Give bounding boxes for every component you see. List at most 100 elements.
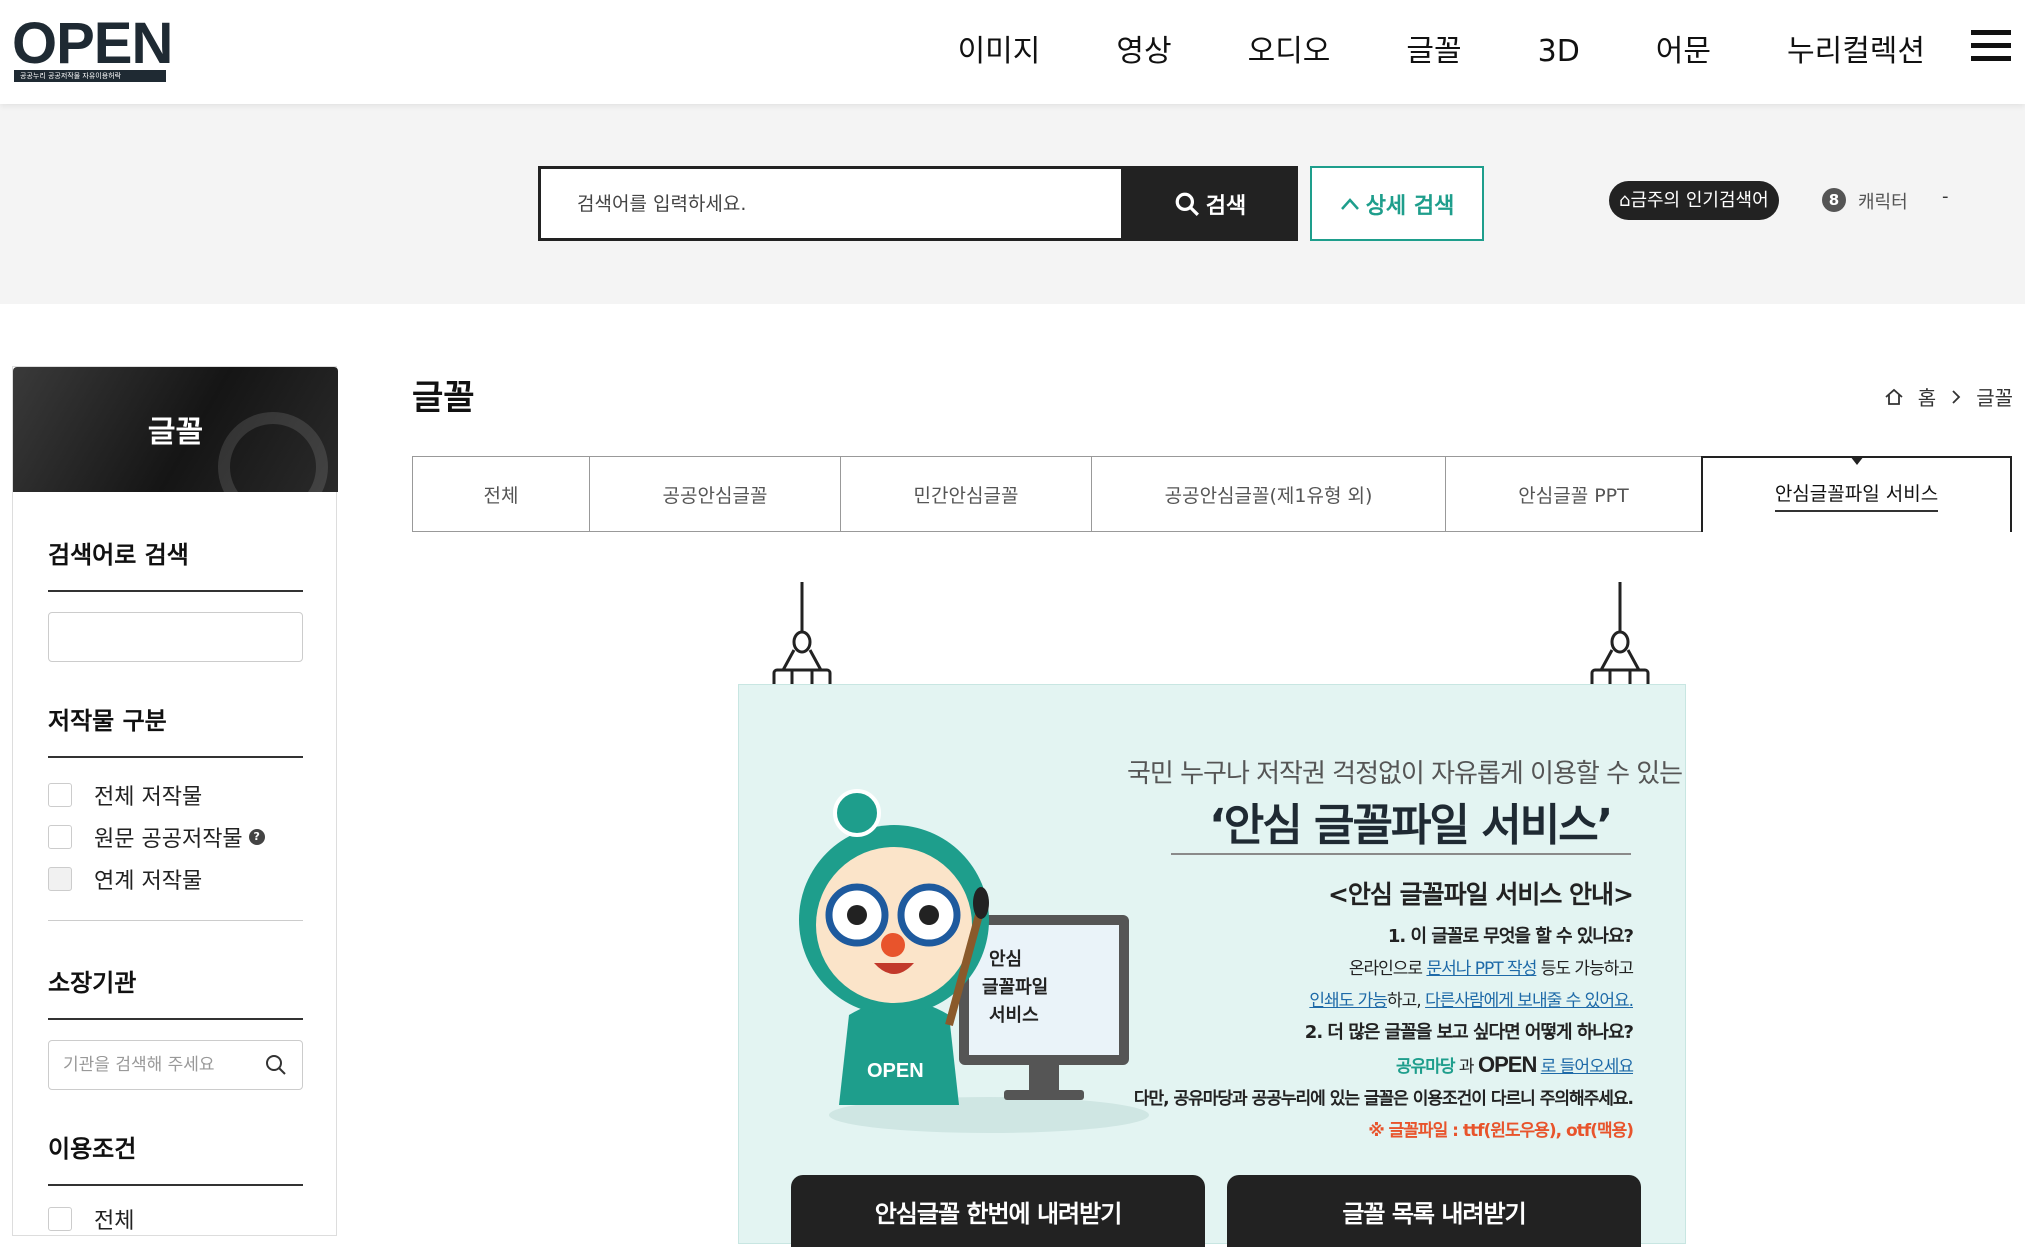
tab-label: 안심글꼴파일 서비스 <box>1774 479 1939 512</box>
tab-label: 공공안심글꼴(제1유형 외) <box>1164 484 1373 507</box>
main-nav: 이미지 영상 오디오 글꼴 3D 어문 누리컬렉션 <box>882 30 1925 74</box>
tab-private-safe-font[interactable]: 민간안심글꼴 <box>840 456 1091 532</box>
sidebar: 글꼴 검색어로 검색 저작물 구분 전체 저작물 원문 공공저작물? 연계 저작… <box>12 366 338 1236</box>
tab-safe-font-ppt[interactable]: 안심글꼴 PPT <box>1445 456 1701 532</box>
board-text-line2: 글꼴파일 <box>982 977 1048 998</box>
answer-highlight: 인쇄도 가능 <box>1309 991 1388 1011</box>
nav-video[interactable]: 영상 <box>1116 30 1171 74</box>
checkbox-all-works[interactable]: 전체 저작물 <box>48 774 303 816</box>
popular-keywords-badge: ⌂금주의 인기검색어 <box>1609 181 1779 220</box>
logo-subtitle: 공공누리 공공저작물 자유이용허락 <box>14 70 166 82</box>
info-answer-4: 다만, 공유마당과 공공누리에 있는 글꼴은 이용조건이 다르니 주의해주세요. <box>1133 1089 1634 1109</box>
sidebar-institution-section: 소장기관 <box>48 963 303 1090</box>
nav-language[interactable]: 어문 <box>1656 30 1711 74</box>
tab-label: 전체 <box>483 484 519 507</box>
sidebar-category-title: 저작물 구분 <box>48 701 303 758</box>
search-icon[interactable] <box>264 1053 288 1077</box>
answer-text: 온라인으로 <box>1348 959 1427 979</box>
tab-public-safe-font[interactable]: 공공안심글꼴 <box>589 456 840 532</box>
sidebar-category-section: 저작물 구분 전체 저작물 원문 공공저작물? 연계 저작물 <box>48 701 303 921</box>
tab-public-safe-font-other[interactable]: 공공안심글꼴(제1유형 외) <box>1091 456 1445 532</box>
info-question-1: 1. 이 글꼴로 무엇을 할 수 있나요? <box>1387 926 1634 947</box>
breadcrumb-current: 글꼴 <box>1976 386 2013 410</box>
chevron-right-icon <box>1952 389 1961 404</box>
board-text-line3: 서비스 <box>989 1005 1039 1026</box>
home-icon: ⌂ <box>1619 190 1631 211</box>
sidebar-usage-section: 이용조건 전체 <box>48 1129 303 1240</box>
poster-buttons: 안심글꼴 한번에 내려받기 글꼴 목록 내려받기 <box>791 1175 1641 1247</box>
checkbox-label: 원문 공공저작물 <box>94 827 243 852</box>
sidebar-search-title: 검색어로 검색 <box>48 535 303 592</box>
institution-search-box <box>48 1040 303 1090</box>
poster-card: 안심 글꼴파일 서비스 OPEN 국민 누구나 저작권 걱정없이 자유롭게 이용… <box>738 684 1686 1247</box>
search-box <box>538 166 1124 241</box>
nav-image[interactable]: 이미지 <box>958 30 1041 74</box>
service-poster: 안심 글꼴파일 서비스 OPEN 국민 누구나 저작권 걱정없이 자유롭게 이용… <box>736 582 1688 1247</box>
logo-text: OPEN <box>12 11 173 76</box>
checkbox-linked-works[interactable]: 연계 저작물 <box>48 858 303 900</box>
checkbox-label: 전체 <box>94 1209 135 1234</box>
institution-search-input[interactable] <box>49 1041 259 1089</box>
home-icon[interactable] <box>1884 387 1904 407</box>
page-title: 글꼴 <box>412 378 475 418</box>
board-text-line1: 안심 <box>989 949 1022 970</box>
checkbox-original-works[interactable]: 원문 공공저작물? <box>48 816 303 858</box>
nav-nuri-collection[interactable]: 누리컬렉션 <box>1787 30 1925 74</box>
answer-highlight: 다른사람에게 보내줄 수 있어요. <box>1425 991 1634 1011</box>
detail-search-button[interactable]: 상세 검색 <box>1310 166 1484 241</box>
download-font-list-button[interactable]: 글꼴 목록 내려받기 <box>1227 1175 1641 1247</box>
poster-subtitle: 국민 누구나 저작권 걱정없이 자유롭게 이용할 수 있는 <box>1127 759 1683 789</box>
nav-font[interactable]: 글꼴 <box>1406 30 1461 74</box>
open-logo: OPEN <box>1477 1052 1537 1077</box>
answer-highlight: 문서나 PPT 작성 <box>1426 959 1537 979</box>
tab-safe-font-file-service[interactable]: 안심글꼴파일 서비스 <box>1701 456 2012 532</box>
info-answer-3: 공유마당 과 OPEN 로 들어오세요 <box>1134 1049 1634 1083</box>
checkbox-label: 연계 저작물 <box>94 869 203 894</box>
info-answer-1: 온라인으로 문서나 PPT 작성 등도 가능하고 <box>1134 953 1634 985</box>
poster-title: ‘안심 글꼴파일 서비스’ <box>1209 800 1613 851</box>
poster-divider <box>1171 853 1631 855</box>
sidebar-institution-title: 소장기관 <box>48 963 303 1020</box>
answer-text: 과 <box>1454 1057 1478 1077</box>
hamburger-menu-icon[interactable] <box>1971 30 2011 66</box>
popular-keyword[interactable]: 캐릭터 <box>1858 188 1908 214</box>
download-all-fonts-button[interactable]: 안심글꼴 한번에 내려받기 <box>791 1175 1205 1247</box>
info-answer-2: 인쇄도 가능하고, 다른사람에게 보내줄 수 있어요. <box>1134 985 1634 1017</box>
breadcrumb-home[interactable]: 홈 <box>1918 382 1936 411</box>
sidebar-header: 글꼴 <box>13 367 338 492</box>
breadcrumb: 홈 글꼴 <box>1884 382 2013 411</box>
sidebar-title: 글꼴 <box>147 415 204 450</box>
header: OPEN 공공누리 공공저작물 자유이용허락 이미지 영상 오디오 글꼴 3D … <box>0 0 2025 104</box>
info-note: ※ 글꼴파일 : ttf(윈도우용), otf(맥용) <box>1368 1121 1634 1141</box>
tab-all[interactable]: 전체 <box>412 456 589 532</box>
tab-label: 공공안심글꼴 <box>662 484 768 507</box>
popular-rank: 8 <box>1822 188 1846 212</box>
popular-dash: - <box>1942 186 1949 207</box>
tab-bar: 전체 공공안심글꼴 민간안심글꼴 공공안심글꼴(제1유형 외) 안심글꼴 PPT… <box>412 456 2012 532</box>
chevron-up-icon <box>1340 197 1359 210</box>
answer-highlight: 로 들어오세요 <box>1540 1057 1634 1077</box>
detail-search-label: 상세 검색 <box>1365 193 1455 219</box>
gongyu-madang-logo: 공유마당 <box>1395 1057 1456 1077</box>
tab-label: 안심글꼴 PPT <box>1518 484 1629 507</box>
mascot-badge-text: OPEN <box>867 1060 924 1082</box>
checkbox-label: 전체 저작물 <box>94 785 203 810</box>
mascot-illustration: 안심 글꼴파일 서비스 OPEN <box>799 789 1149 1133</box>
tab-label: 민간안심글꼴 <box>913 484 1019 507</box>
nav-audio[interactable]: 오디오 <box>1248 30 1331 74</box>
info-question-2: 2. 더 많은 글꼴을 보고 싶다면 어떻게 하나요? <box>1304 1022 1634 1043</box>
nav-3d[interactable]: 3D <box>1538 30 1580 74</box>
search-button[interactable]: 검색 <box>1122 166 1298 241</box>
answer-text: 하고, <box>1386 991 1426 1011</box>
info-title: <안심 글꼴파일 서비스 안내> <box>1327 880 1634 909</box>
answer-text: 등도 가능하고 <box>1536 959 1634 979</box>
sidebar-search-input[interactable] <box>48 612 303 662</box>
sidebar-search-section: 검색어로 검색 <box>48 535 303 662</box>
sidebar-usage-title: 이용조건 <box>48 1129 303 1186</box>
checkbox-usage-all[interactable]: 전체 <box>48 1198 303 1240</box>
search-icon <box>1175 192 1199 216</box>
search-input[interactable] <box>541 169 1121 238</box>
logo[interactable]: OPEN 공공누리 공공저작물 자유이용허락 <box>12 14 173 84</box>
help-icon[interactable]: ? <box>248 829 265 845</box>
popular-keywords-label: 금주의 인기검색어 <box>1630 190 1769 211</box>
